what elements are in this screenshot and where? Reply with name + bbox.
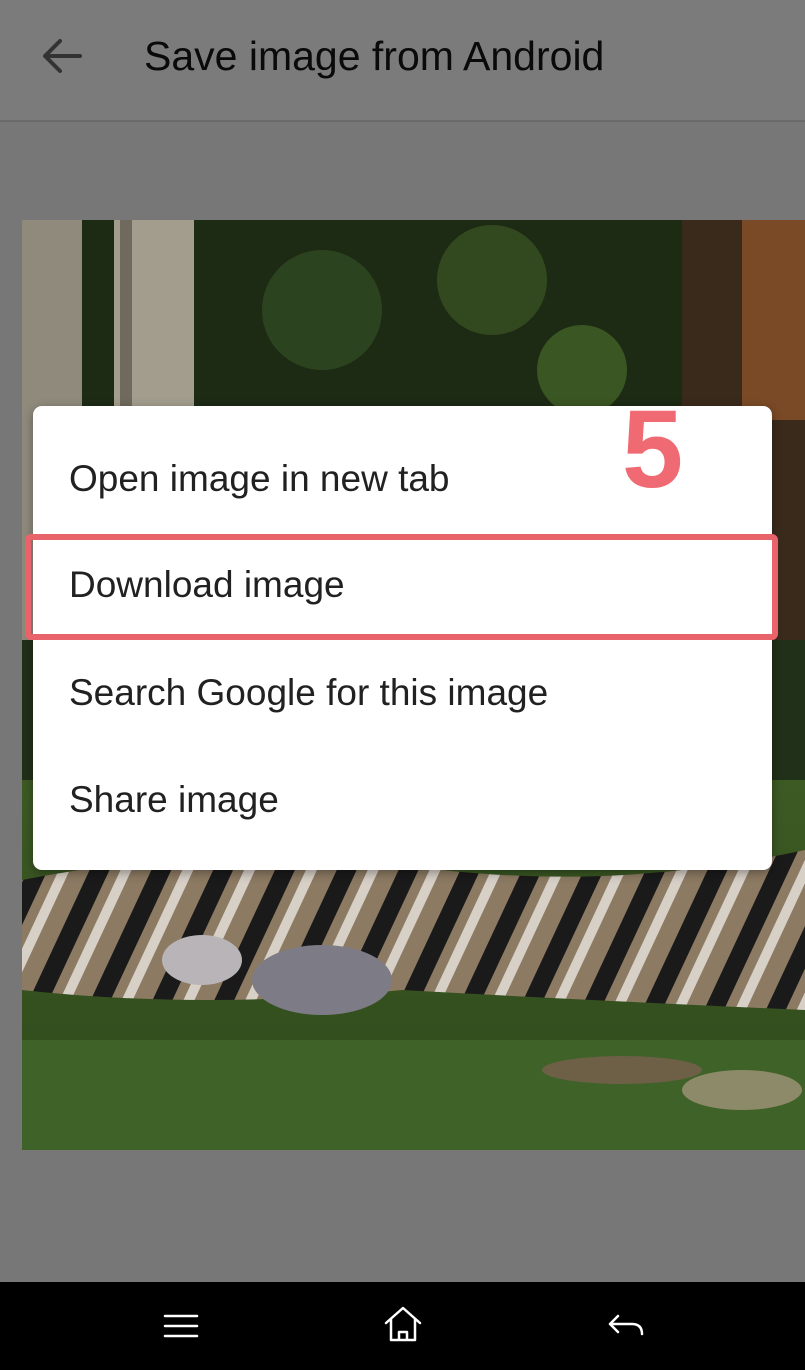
back-icon[interactable] xyxy=(604,1306,648,1346)
arrow-left-icon[interactable] xyxy=(40,34,84,78)
step-number-annotation: 5 xyxy=(622,388,684,511)
navigation-bar xyxy=(0,1282,805,1370)
menu-item-share-image[interactable]: Share image xyxy=(33,747,772,853)
menu-icon[interactable] xyxy=(159,1306,203,1346)
menu-item-search-google-image[interactable]: Search Google for this image xyxy=(33,640,772,746)
app-bar: Save image from Android xyxy=(0,0,805,122)
page-title: Save image from Android xyxy=(144,33,605,79)
home-icon[interactable] xyxy=(381,1304,425,1344)
highlight-box xyxy=(25,534,778,640)
